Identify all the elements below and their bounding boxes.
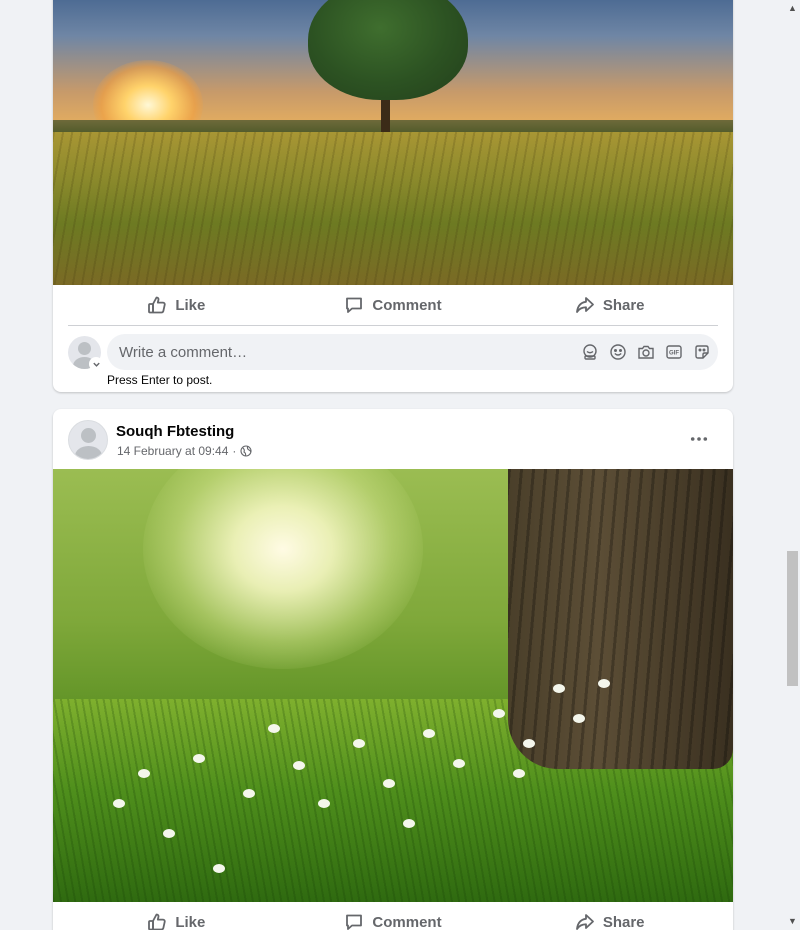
feed-post: Like Comment Share Write a comment… GIF … xyxy=(53,0,733,392)
post-photo[interactable] xyxy=(53,0,733,285)
avatar-sticker-icon[interactable] xyxy=(580,342,600,362)
thumbs-up-icon xyxy=(148,913,166,930)
scroll-up-arrow-icon[interactable]: ▲ xyxy=(788,3,797,13)
share-arrow-icon xyxy=(575,914,594,930)
comment-bubble-icon xyxy=(346,297,363,313)
post-action-bar: Like Comment Share xyxy=(68,285,718,325)
post-meta: 14 February at 09:44 · xyxy=(117,444,252,458)
more-options-icon xyxy=(690,437,708,441)
like-label: Like xyxy=(175,296,206,314)
composer-icon-row: GIF xyxy=(580,342,712,362)
comment-label: Comment xyxy=(372,296,442,314)
share-button[interactable]: Share xyxy=(501,285,718,325)
sticker-icon[interactable] xyxy=(692,342,712,362)
like-label: Like xyxy=(175,913,206,930)
comment-button[interactable]: Comment xyxy=(285,285,502,325)
meta-separator: · xyxy=(232,444,237,458)
camera-icon[interactable] xyxy=(636,342,656,362)
comment-composer: GIF xyxy=(107,334,718,370)
comment-input[interactable] xyxy=(119,334,559,370)
globe-icon[interactable] xyxy=(240,445,252,457)
share-button[interactable]: Share xyxy=(501,902,718,930)
emoji-icon[interactable] xyxy=(608,342,628,362)
post-author-name[interactable]: Souqh Fbtesting xyxy=(116,423,234,440)
comment-button[interactable]: Comment xyxy=(285,902,502,930)
thumbs-up-icon xyxy=(148,296,166,314)
share-arrow-icon xyxy=(575,297,594,313)
post-timestamp[interactable]: 14 February at 09:44 xyxy=(117,444,228,458)
comment-hint: Press Enter to post. xyxy=(107,373,213,387)
chevron-down-icon[interactable] xyxy=(89,357,103,371)
like-button[interactable]: Like xyxy=(68,285,285,325)
post-photo[interactable] xyxy=(53,469,733,902)
comment-bubble-icon xyxy=(346,914,363,930)
more-options-button[interactable] xyxy=(683,423,715,455)
share-label: Share xyxy=(602,296,645,314)
comment-label: Comment xyxy=(372,913,442,930)
share-label: Share xyxy=(602,913,645,930)
divider xyxy=(68,325,718,326)
author-avatar[interactable] xyxy=(68,420,108,460)
svg-text:GIF: GIF xyxy=(669,351,679,357)
like-button[interactable]: Like xyxy=(68,902,285,930)
scrollbar-thumb[interactable] xyxy=(787,551,798,686)
post-action-bar: Like Comment Share xyxy=(68,902,718,930)
feed-post: Souqh Fbtesting 14 February at 09:44 · L… xyxy=(53,409,733,930)
scroll-down-arrow-icon[interactable]: ▼ xyxy=(788,916,797,926)
gif-icon[interactable]: GIF xyxy=(664,342,684,362)
